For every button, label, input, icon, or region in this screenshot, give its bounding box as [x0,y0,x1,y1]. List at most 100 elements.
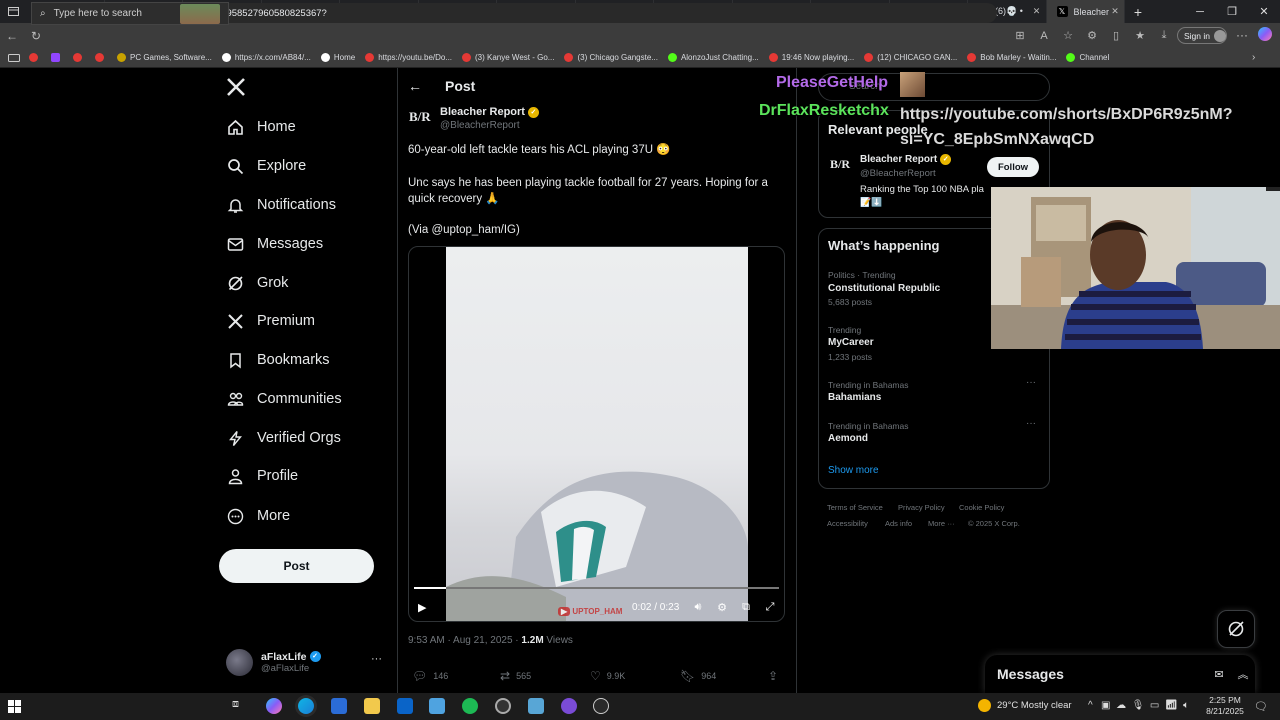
outlook-icon[interactable] [397,698,413,714]
bookmark-youtube-icon[interactable] [73,53,86,62]
footer-link[interactable]: More ··· [928,519,955,528]
edge-icon[interactable] [298,698,314,714]
footer-link[interactable]: Terms of Service [827,503,883,512]
apps-icon[interactable]: ⊞ [1008,29,1032,42]
start-button[interactable] [0,693,28,720]
nav-item-messages[interactable]: Messages [226,231,323,257]
bookmark-item[interactable]: 19:46 Now playing... [768,53,854,62]
footer-link[interactable]: Accessibility [827,519,868,528]
file-explorer-icon[interactable] [364,698,380,714]
nav-item-explore[interactable]: Explore [226,153,306,179]
microphone-icon[interactable]: 🎙︎ [1132,700,1145,711]
speaker-icon[interactable]: 🔈︎ [1183,700,1189,711]
nav-item-bookmarks[interactable]: Bookmarks [226,347,330,373]
bookmark-item[interactable]: PC Games, Software... [117,53,212,62]
steam-icon[interactable] [495,698,511,714]
share-button[interactable]: ⇪ [768,669,784,683]
nav-item-communities[interactable]: Communities [226,386,342,412]
account-switcher[interactable]: aFlaxLife ✓ @aFlaxLife [226,647,321,677]
tray-app-icon[interactable]: ☁ [1116,700,1126,711]
tab-actions-icon[interactable] [0,0,26,23]
task-view-icon[interactable]: ⧈ [232,698,248,714]
nav-item-home[interactable]: Home [226,114,296,140]
spotify-icon[interactable] [462,698,478,714]
bookmark-youtube-icon[interactable] [95,53,108,62]
footer-link[interactable]: Cookie Policy [959,503,1004,512]
settings-menu-icon[interactable]: ··· [1236,28,1248,42]
discord-icon[interactable] [561,698,577,714]
bookmark-item[interactable]: Bob Marley - Waitin... [967,53,1056,62]
close-tab-icon[interactable]: ✕ [1110,6,1120,17]
split-icon[interactable]: ▯ [1104,29,1128,42]
play-icon[interactable]: ▶ [418,601,426,614]
bookmark-menu-icon[interactable] [8,53,20,62]
video-progress-bar[interactable] [414,587,779,589]
nav-item-grok[interactable]: Grok [226,270,288,296]
nav-item-profile[interactable]: Profile [226,463,298,489]
copilot-taskbar-icon[interactable] [266,698,282,714]
bookmark-item[interactable]: https://x.com/AB84/... [221,53,311,62]
grok-button[interactable] [1217,610,1255,648]
author-avatar[interactable]: B/R [409,109,434,131]
weather-widget[interactable]: 29°C Mostly clear [978,699,1072,712]
sign-in-button[interactable]: Sign in [1177,27,1227,44]
author-handle[interactable]: @BleacherReport [440,120,520,131]
nav-item-verified-orgs[interactable]: Verified Orgs [226,425,341,451]
app-icon[interactable] [528,698,544,714]
extensions-icon[interactable]: ⚙ [1080,29,1104,42]
bookmark-item[interactable]: AlonzoJust Chatting... [667,53,759,62]
back-icon[interactable]: ← [0,29,24,43]
close-tab-icon[interactable]: ✕ [1032,6,1042,17]
back-arrow-icon[interactable]: ← [408,78,422,94]
reply-button[interactable]: 💬︎ 146 [412,669,448,683]
bookmark-item[interactable]: (3) Chicago Gangste... [564,53,658,62]
bookmarks-overflow-icon[interactable]: › [1252,52,1255,63]
minimize-icon[interactable]: ─ [1184,6,1216,18]
downloads-icon[interactable]: ⤓ [1152,29,1176,42]
nav-item-more[interactable]: More [226,503,290,529]
copilot-icon[interactable] [1258,27,1272,41]
video-player[interactable]: ▶ UPTOP_HAM ▶ 0:02 / 0:23 🔊︎ ⚙ ⧉ ⤢ [408,246,785,622]
tray-chevron-icon[interactable]: ^ [1088,700,1093,711]
favorite-star-icon[interactable]: ☆ [1056,29,1080,42]
trend-more-icon[interactable]: ··· [1026,418,1036,429]
bookmark-youtube-icon[interactable] [29,53,42,62]
expand-icon[interactable]: ︽ [1231,666,1255,682]
post-button[interactable]: Post [219,549,374,583]
favorites-icon[interactable]: ★ [1128,29,1152,42]
author-name[interactable]: Bleacher Report ✓ [440,106,539,118]
bookmark-item[interactable]: Home [320,53,355,62]
store-icon[interactable] [331,698,347,714]
like-button[interactable]: ♡ 9.9K [590,669,625,683]
app-icon[interactable] [593,698,609,714]
account-more-icon[interactable]: ··· [371,653,382,665]
new-tab-button[interactable]: + [1125,4,1151,20]
repost-button[interactable]: ⇄ 565 [500,669,531,683]
nav-item-premium[interactable]: Premium [226,308,315,334]
reload-icon[interactable]: ↻ [24,29,48,43]
footer-link[interactable]: Ads info [885,519,912,528]
x-logo-icon[interactable] [226,77,246,97]
messages-drawer[interactable]: Messages ✉ ︽ [985,655,1255,693]
new-message-icon[interactable]: ✉ [1207,668,1231,681]
bookmark-item[interactable]: (3) Kanye West - Go... [462,53,554,62]
close-window-icon[interactable]: ✕ [1248,5,1280,18]
read-aloud-icon[interactable]: A [1032,30,1056,42]
follow-button[interactable]: Follow [987,157,1039,177]
volume-icon[interactable]: 🔊︎ [691,601,705,614]
wifi-icon[interactable]: 📶︎ [1165,700,1178,711]
photos-icon[interactable] [429,698,445,714]
taskbar-search-box[interactable]: ⌕ Type here to search [31,2,229,25]
bookmark-twitch-icon[interactable] [51,53,64,62]
person-avatar[interactable]: B/R [830,157,850,172]
person-name[interactable]: Bleacher Report ✓ [860,154,952,165]
browser-tab[interactable]: 𝕏 Bleacher R✕ [1046,0,1125,23]
show-more-link[interactable]: Show more [828,465,879,476]
picture-in-picture-icon[interactable]: ⧉ [739,601,753,614]
notifications-icon[interactable]: 🗨︎ [1254,700,1268,713]
taskbar-clock[interactable]: 2:25 PM 8/21/2025 [1203,695,1247,717]
fullscreen-icon[interactable]: ⤢ [763,601,777,614]
bookmark-item[interactable]: (12) CHICAGO GAN... [864,53,957,62]
bookmark-item[interactable]: https://youtu.be/Do... [365,53,452,62]
bookmark-button[interactable]: 🔖︎ 964 [680,669,716,683]
